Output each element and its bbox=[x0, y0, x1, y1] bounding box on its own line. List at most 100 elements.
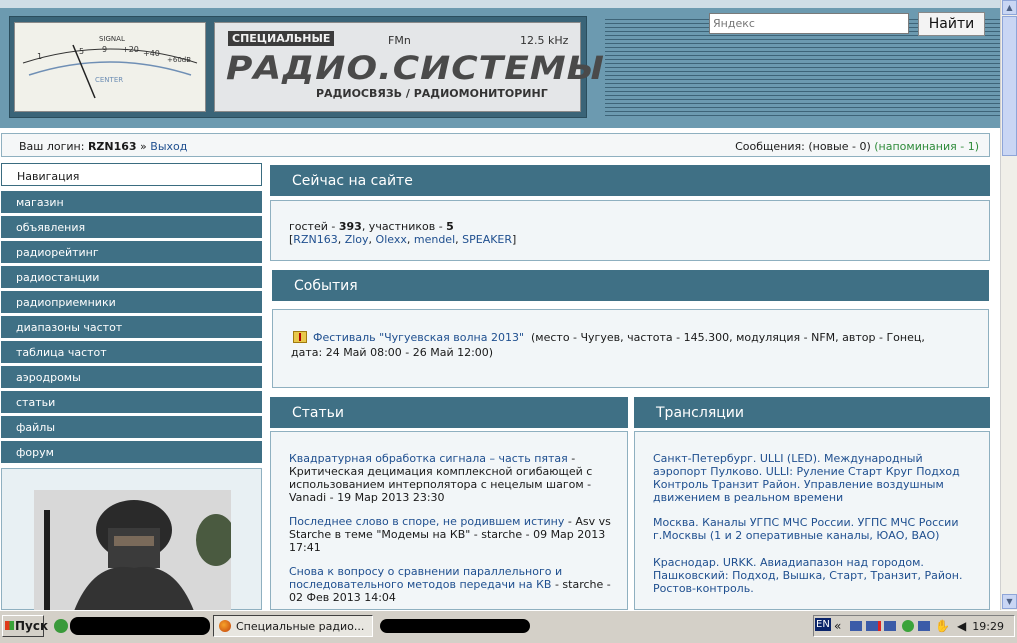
soldier-photo[interactable] bbox=[34, 490, 231, 611]
broadcasts-panel-title: Трансляции bbox=[656, 405, 744, 421]
article-item: Последнее слово в споре, не родившем ист… bbox=[289, 515, 614, 554]
articles-panel-title: Статьи bbox=[292, 405, 345, 421]
messages-label[interactable]: Сообщения: (новые - 0) bbox=[735, 140, 874, 153]
events-panel-body: Фестиваль "Чугуевская волна 2013" (место… bbox=[272, 309, 989, 388]
online-counts: гостей - 393, участников - 5 bbox=[289, 220, 454, 233]
online-user-link[interactable]: mendel bbox=[414, 233, 455, 246]
nav-item-frequency-table[interactable]: таблица частот bbox=[1, 341, 262, 363]
members-count: 5 bbox=[446, 220, 454, 233]
start-button[interactable]: Пуск bbox=[2, 615, 48, 637]
reminders-link[interactable]: (напоминания - 1) bbox=[874, 140, 979, 153]
online-panel-header: Сейчас на сайте bbox=[270, 165, 990, 196]
signal-meter-graphic: SIGNAL 1 5 9 +20 +40 +60dB CENTER bbox=[14, 22, 206, 112]
messages-info: Сообщения: (новые - 0) (напоминания - 1) bbox=[735, 140, 979, 153]
nav-item-radio-stations[interactable]: радиостанции bbox=[1, 266, 262, 288]
network-disconnected-icon[interactable] bbox=[866, 621, 881, 631]
start-label: Пуск bbox=[15, 619, 49, 633]
scroll-down-arrow[interactable]: ▼ bbox=[1002, 594, 1017, 609]
meter-scale-20: +20 bbox=[122, 45, 139, 54]
event-details-line2: дата: 24 Май 08:00 - 26 Май 12:00) bbox=[291, 346, 494, 359]
broadcast-link[interactable]: Москва. Каналы УГПС МЧС России. УГПС МЧС… bbox=[653, 516, 978, 542]
login-info: Ваш логин: RZN163 » Выход bbox=[19, 140, 187, 153]
meter-scale-40: +40 bbox=[143, 49, 160, 58]
nav-item-radio-rating[interactable]: радиорейтинг bbox=[1, 241, 262, 263]
windows-flag-icon bbox=[5, 621, 14, 630]
online-panel-title: Сейчас на сайте bbox=[292, 173, 413, 189]
taskbar-window-title: Специальные радио... bbox=[236, 620, 365, 633]
broadcast-link[interactable]: Краснодар. URKK. Авиадиапазон над городо… bbox=[653, 556, 978, 595]
search-input[interactable] bbox=[709, 13, 909, 34]
events-panel-title: События bbox=[294, 278, 358, 294]
nav-item-frequency-bands[interactable]: диапазоны частот bbox=[1, 316, 262, 338]
scroll-thumb[interactable] bbox=[1002, 16, 1017, 156]
taskbar: Пуск Специальные радио... EN « ✋ ◀ 19:29 bbox=[0, 610, 1017, 643]
login-bar: Ваш логин: RZN163 » Выход Сообщения: (но… bbox=[1, 133, 990, 157]
online-panel-body: гостей - 393, участников - 5 [RZN163, Zl… bbox=[270, 200, 990, 261]
logo-subtitle: РАДИОСВЯЗЬ / РАДИОМОНИТОРИНГ bbox=[316, 87, 548, 100]
articles-panel-body: Квадратурная обработка сигнала – часть п… bbox=[270, 431, 628, 610]
nav-heading: Навигация bbox=[1, 163, 262, 186]
nav-item-forum[interactable]: форум bbox=[1, 441, 262, 463]
online-user-link[interactable]: Olexx bbox=[376, 233, 407, 246]
broadcast-link[interactable]: Санкт-Петербург. ULLI (LED). Международн… bbox=[653, 452, 978, 504]
nav-item-articles[interactable]: статьи bbox=[1, 391, 262, 413]
firefox-icon bbox=[219, 620, 231, 632]
network-icon[interactable] bbox=[850, 621, 862, 631]
taskbar-window-browser[interactable]: Специальные радио... bbox=[213, 615, 373, 637]
nav-item-airfields[interactable]: аэродромы bbox=[1, 366, 262, 388]
volume-icon[interactable]: ◀ bbox=[957, 619, 966, 633]
sidebar-banner-panel bbox=[1, 468, 262, 611]
sidebar: Навигация магазин объявления радиорейтин… bbox=[0, 163, 263, 611]
login-prefix: Ваш логин: bbox=[19, 140, 88, 153]
meter-center-label: CENTER bbox=[95, 76, 124, 84]
network-icon[interactable] bbox=[884, 621, 896, 631]
online-users-list: [RZN163, Zloy, Olexx, mendel, SPEAKER] bbox=[289, 233, 517, 246]
meter-scale-5: 5 bbox=[79, 47, 85, 56]
system-tray: EN « ✋ ◀ 19:29 bbox=[813, 615, 1015, 637]
event-link[interactable]: Фестиваль "Чугуевская волна 2013" bbox=[313, 331, 524, 344]
meter-scale-60: +60dB bbox=[167, 56, 192, 64]
network-icon[interactable] bbox=[918, 621, 930, 631]
meter-signal-label: SIGNAL bbox=[99, 35, 125, 43]
nav-item-ads[interactable]: объявления bbox=[1, 216, 262, 238]
clock[interactable]: 19:29 bbox=[972, 620, 1004, 633]
nav-item-receivers[interactable]: радиоприемники bbox=[1, 291, 262, 313]
article-link[interactable]: Последнее слово в споре, не родившем ист… bbox=[289, 515, 564, 528]
login-username: RZN163 bbox=[87, 140, 137, 153]
tray-expand-icon[interactable]: « bbox=[834, 619, 841, 633]
nav-item-shop[interactable]: магазин bbox=[1, 191, 262, 213]
login-separator: » bbox=[136, 140, 151, 153]
online-user-link[interactable]: SPEAKER bbox=[462, 233, 512, 246]
article-link[interactable]: Квадратурная обработка сигнала – часть п… bbox=[289, 452, 568, 465]
antivirus-icon[interactable] bbox=[902, 620, 914, 632]
event-entry: Фестиваль "Чугуевская волна 2013" (место… bbox=[313, 331, 978, 344]
article-item: Снова к вопросу о сравнении параллельног… bbox=[289, 565, 614, 604]
meter-scale-1: 1 bbox=[37, 52, 43, 61]
logo-title[interactable]: РАДИО.СИСТЕМЫ bbox=[226, 50, 605, 87]
broadcasts-panel-body: Санкт-Петербург. ULLI (LED). Международн… bbox=[634, 431, 990, 610]
nav-item-files[interactable]: файлы bbox=[1, 416, 262, 438]
online-user-link[interactable]: Zloy bbox=[345, 233, 369, 246]
events-panel-header: События bbox=[272, 270, 989, 301]
logout-link[interactable]: Выход bbox=[150, 140, 187, 153]
redacted-area bbox=[380, 619, 530, 633]
header-top-strip bbox=[0, 0, 1000, 8]
online-user-link[interactable]: RZN163 bbox=[293, 233, 337, 246]
article-item: Квадратурная обработка сигнала – часть п… bbox=[289, 452, 614, 504]
event-book-icon bbox=[293, 331, 307, 343]
guests-count: 393 bbox=[338, 220, 362, 233]
search-button[interactable]: Найти bbox=[918, 12, 985, 36]
article-link[interactable]: Снова к вопросу о сравнении параллельног… bbox=[289, 565, 562, 591]
articles-panel-header: Статьи bbox=[270, 397, 628, 428]
quicklaunch-icon[interactable] bbox=[54, 619, 68, 633]
guests-label: гостей - bbox=[289, 220, 339, 233]
logo-fm-label: FMn bbox=[388, 34, 411, 47]
members-label: , участников - bbox=[361, 220, 447, 233]
language-indicator[interactable]: EN bbox=[815, 618, 831, 631]
hand-icon[interactable]: ✋ bbox=[935, 619, 950, 633]
scroll-up-arrow[interactable]: ▲ bbox=[1002, 0, 1017, 15]
page-scrollbar[interactable]: ▲ ▼ bbox=[1000, 0, 1017, 610]
broadcasts-panel-header: Трансляции bbox=[634, 397, 990, 428]
redacted-area bbox=[70, 617, 210, 635]
meter-scale-9: 9 bbox=[102, 45, 108, 54]
